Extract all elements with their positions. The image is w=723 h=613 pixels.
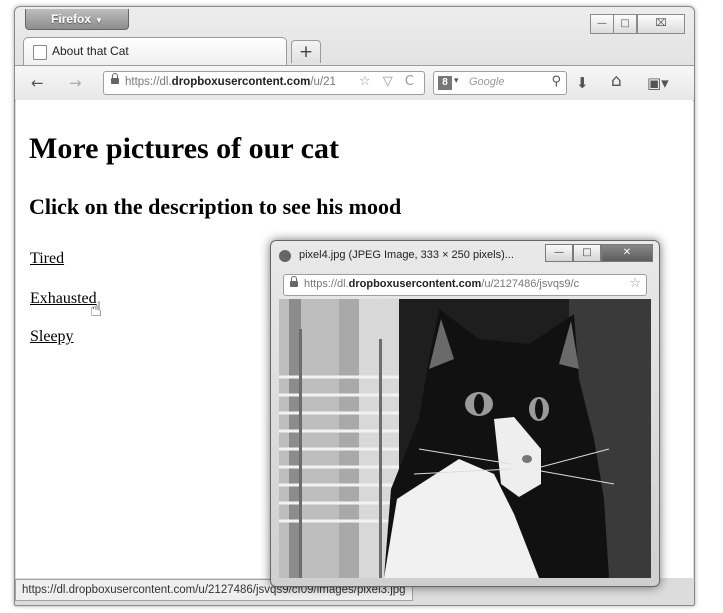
page-icon <box>33 45 47 60</box>
minimize-icon: — <box>554 247 564 258</box>
back-arrow-icon[interactable]: ← <box>31 75 44 91</box>
url-bar[interactable]: https://dl.dropboxusercontent.com/u/21 ☆… <box>103 71 425 95</box>
url-text: https://dl.dropboxusercontent.com/u/21 <box>125 76 336 88</box>
cat-photo <box>279 299 651 578</box>
page-subtitle: Click on the description to see his mood <box>29 194 402 219</box>
lock-icon <box>111 73 119 84</box>
popup-url-text: https://dl.dropboxusercontent.com/u/2127… <box>304 278 580 290</box>
cat-photo-drawing <box>279 299 651 578</box>
firefox-menu-button[interactable]: Firefox ▼ <box>25 9 129 30</box>
search-icon[interactable]: ⚲ <box>551 74 561 89</box>
link-sleepy[interactable]: Sleepy <box>30 328 74 346</box>
bookmarks-menu-icon[interactable]: ▣▾ <box>647 75 669 91</box>
popup-minimize-button[interactable]: — <box>545 244 573 262</box>
tab-about-that-cat[interactable]: About that Cat <box>23 37 287 66</box>
search-placeholder: Google <box>469 76 505 88</box>
tab-title: About that Cat <box>52 44 129 58</box>
link-exhausted[interactable]: Exhausted <box>30 290 97 308</box>
link-tired[interactable]: Tired <box>30 250 64 268</box>
download-icon[interactable]: ⬇ <box>576 75 589 91</box>
home-icon[interactable]: ⌂ <box>611 73 622 90</box>
search-engine-icon[interactable]: 8 <box>438 76 452 90</box>
bookmark-star-icon[interactable]: ☆ ▽ C <box>359 74 418 89</box>
close-icon: ⌧ <box>655 18 667 29</box>
lock-icon <box>290 276 298 287</box>
navigation-toolbar: ← → https://dl.dropboxusercontent.com/u/… <box>15 65 694 101</box>
firefox-menu-label: Firefox <box>51 12 92 26</box>
forward-arrow-icon[interactable]: → <box>69 75 82 91</box>
close-button[interactable]: ⌧ <box>637 14 685 34</box>
popup-title: pixel4.jpg (JPEG Image, 333 × 250 pixels… <box>299 249 514 261</box>
search-bar[interactable]: 8 ▾ Google ⚲ <box>433 71 567 95</box>
image-popup-window: pixel4.jpg (JPEG Image, 333 × 250 pixels… <box>270 240 660 587</box>
maximize-icon: □ <box>582 247 592 258</box>
close-icon: ✕ <box>622 247 632 258</box>
maximize-icon: □ <box>620 18 630 29</box>
popup-close-button[interactable]: ✕ <box>601 244 653 262</box>
new-tab-button[interactable]: + <box>291 40 321 63</box>
chevron-down-icon: ▾ <box>454 76 459 86</box>
popup-maximize-button[interactable]: □ <box>573 244 601 262</box>
bookmark-star-icon[interactable]: ☆ <box>629 276 641 291</box>
plus-icon: + <box>298 42 314 62</box>
image-icon <box>279 250 291 262</box>
maximize-button[interactable]: □ <box>613 14 637 34</box>
minimize-button[interactable]: — <box>590 14 614 34</box>
hand-cursor-icon: ☝ <box>90 297 103 321</box>
popup-url-bar[interactable]: https://dl.dropboxusercontent.com/u/2127… <box>283 274 647 296</box>
page-title: More pictures of our cat <box>29 132 339 165</box>
minimize-icon: — <box>597 18 607 29</box>
chevron-down-icon: ▼ <box>95 16 103 25</box>
